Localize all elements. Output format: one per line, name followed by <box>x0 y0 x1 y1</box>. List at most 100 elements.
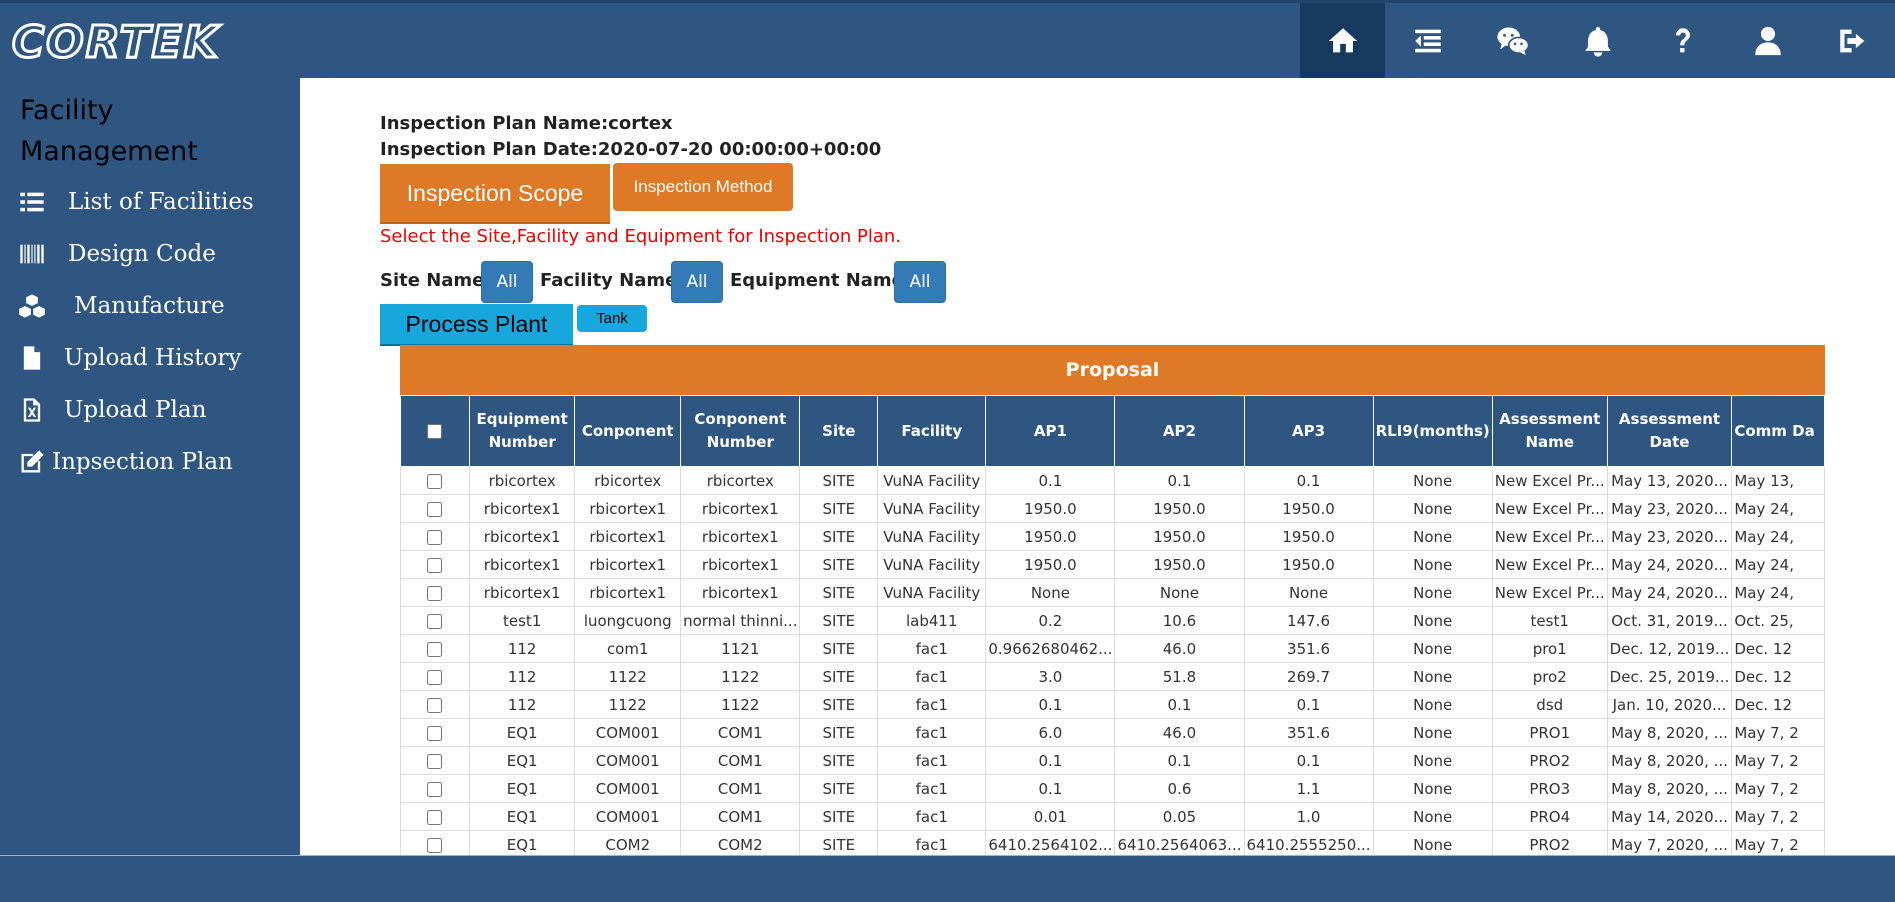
table-row[interactable]: 112 com1 1121 SITE fac1 0.9662680462... 46.0 35… <box>400 634 1825 663</box>
row-checkbox[interactable] <box>427 781 443 797</box>
table-cell: dsd <box>1491 690 1608 719</box>
table-cell: PRO1 <box>1491 718 1608 747</box>
row-checkbox[interactable] <box>427 501 443 517</box>
table-cell: COM2 <box>574 830 682 855</box>
excel-file-icon <box>23 398 41 422</box>
select-all-checkbox[interactable] <box>427 424 443 439</box>
cortek-logo[interactable]: CORTEK <box>11 19 220 66</box>
sidebar-item-design-code[interactable]: Design Code <box>18 234 216 274</box>
logout-icon[interactable] <box>1810 3 1895 78</box>
column-header[interactable]: AP1 <box>985 396 1116 467</box>
row-checkbox[interactable] <box>427 641 443 657</box>
row-select-cell <box>400 662 470 691</box>
table-cell: fac1 <box>877 690 987 719</box>
table-cell: rbicortex1 <box>574 578 682 607</box>
row-select-cell <box>400 634 470 663</box>
column-header[interactable]: Equipment Number <box>468 396 576 467</box>
column-header[interactable]: Assessment Date <box>1606 396 1733 467</box>
table-row[interactable]: test1 luongcuong normal thinni... SITE lab41… <box>400 606 1825 635</box>
row-checkbox[interactable] <box>427 753 443 769</box>
user-icon[interactable] <box>1725 3 1810 78</box>
sidebar-item-list-of-facilities[interactable]: List of Facilities <box>18 182 254 222</box>
row-select-cell <box>400 606 470 635</box>
table-cell: test1 <box>468 606 576 635</box>
select-all-header <box>400 396 470 467</box>
table-cell: PRO2 <box>1491 746 1608 775</box>
column-header[interactable]: AP3 <box>1243 396 1374 467</box>
sidebar-item-upload-history[interactable]: Upload History <box>18 338 241 378</box>
table-row[interactable]: EQ1 COM2 COM2 SITE fac1 6410.2564102... 6410.2… <box>400 830 1825 855</box>
table-cell: 0.1 <box>1114 690 1245 719</box>
table-viewport[interactable]: Proposal Equipment Number Conponent Conp… <box>300 78 1825 855</box>
table-cell: COM2 <box>680 830 801 855</box>
list-icon <box>20 192 44 212</box>
sidebar-item-upload-plan[interactable]: Upload Plan <box>18 390 206 430</box>
table-row[interactable]: rbicortex rbicortex rbicortex SITE VuNA Faci… <box>400 466 1825 495</box>
table-row[interactable]: rbicortex1 rbicortex1 rbicortex1 SITE VuNA F… <box>400 550 1825 579</box>
table-cell: May 14, 2020... <box>1606 802 1733 831</box>
sidebar-title: Facility Management <box>20 95 198 167</box>
row-checkbox[interactable] <box>427 613 443 629</box>
row-checkbox[interactable] <box>427 837 443 853</box>
column-header[interactable]: Site <box>799 396 879 467</box>
table-cell: PRO3 <box>1491 774 1608 803</box>
row-select-cell <box>400 718 470 747</box>
sidebar-item-inspection-plan[interactable]: Inpsection Plan <box>18 442 233 482</box>
row-checkbox[interactable] <box>427 697 443 713</box>
table-cell: New Excel Pr... <box>1491 578 1608 607</box>
sidebar-item-manufacture[interactable]: Manufacture <box>18 286 225 326</box>
table-cell: VuNA Facility <box>877 550 987 579</box>
table-cell: None <box>1372 802 1493 831</box>
row-checkbox[interactable] <box>427 557 443 573</box>
row-checkbox[interactable] <box>427 669 443 685</box>
table-cell: 112 <box>468 662 576 691</box>
row-select-cell <box>400 522 470 551</box>
table-row[interactable]: rbicortex1 rbicortex1 rbicortex1 SITE VuNA F… <box>400 522 1825 551</box>
table-cell: 1121 <box>680 634 801 663</box>
table-row[interactable]: 112 1122 1122 SITE fac1 0.1 0.1 0.1 None dsd Jan. … <box>400 690 1825 719</box>
table-row[interactable]: EQ1 COM001 COM1 SITE fac1 0.1 0.1 0.1 None PRO2 Ma… <box>400 746 1825 775</box>
column-header[interactable]: Comm Da <box>1731 396 1825 467</box>
table-row[interactable]: 112 1122 1122 SITE fac1 3.0 51.8 269.7 None pro2 D… <box>400 662 1825 691</box>
row-checkbox[interactable] <box>427 529 443 545</box>
table-cell: 0.01 <box>985 802 1116 831</box>
proposal-banner: Proposal <box>400 345 1825 395</box>
table-cell: 1122 <box>574 690 682 719</box>
sidebar-item-label: Upload Plan <box>64 397 207 423</box>
table-cell: 1950.0 <box>1243 522 1374 551</box>
wechat-icon[interactable] <box>1470 3 1555 78</box>
row-checkbox[interactable] <box>427 585 443 601</box>
table-cell: COM001 <box>574 774 682 803</box>
column-header[interactable]: RLI9(months) <box>1372 396 1493 467</box>
table-cell: May 8, 2020, ... <box>1606 774 1733 803</box>
table-cell: SITE <box>799 690 879 719</box>
table-cell: SITE <box>799 662 879 691</box>
table-row[interactable]: EQ1 COM001 COM1 SITE fac1 0.1 0.6 1.1 None PRO3 Ma… <box>400 774 1825 803</box>
bell-icon[interactable] <box>1555 3 1640 78</box>
table-cell: May 23, 2020... <box>1606 494 1733 523</box>
column-header[interactable]: AP2 <box>1114 396 1245 467</box>
table-cell: COM001 <box>574 718 682 747</box>
table-cell: luongcuong <box>574 606 682 635</box>
row-checkbox[interactable] <box>427 809 443 825</box>
table-row[interactable]: rbicortex1 rbicortex1 rbicortex1 SITE VuNA F… <box>400 494 1825 523</box>
column-header[interactable]: Conponent Number <box>680 396 801 467</box>
table-cell: 1.1 <box>1243 774 1374 803</box>
question-icon[interactable] <box>1640 3 1725 78</box>
home-icon[interactable] <box>1300 3 1385 78</box>
column-header[interactable]: Facility <box>877 396 987 467</box>
table-cell: 51.8 <box>1114 662 1245 691</box>
table-row[interactable]: EQ1 COM001 COM1 SITE fac1 6.0 46.0 351.6 None PRO… <box>400 718 1825 747</box>
table-cell: May 7, 2 <box>1731 774 1825 803</box>
menu-collapse-icon[interactable] <box>1385 3 1470 78</box>
table-cell: 10.6 <box>1114 606 1245 635</box>
table-cell: fac1 <box>877 802 987 831</box>
column-header[interactable]: Conponent <box>574 396 682 467</box>
table-cell: May 8, 2020, ... <box>1606 718 1733 747</box>
row-checkbox[interactable] <box>427 725 443 741</box>
row-checkbox[interactable] <box>427 473 443 489</box>
table-row[interactable]: EQ1 COM001 COM1 SITE fac1 0.01 0.05 1.0 None PRO4… <box>400 802 1825 831</box>
column-header[interactable]: Assessment Name <box>1491 396 1608 467</box>
table-row[interactable]: rbicortex1 rbicortex1 rbicortex1 SITE VuNA F… <box>400 578 1825 607</box>
table-cell: 1950.0 <box>985 522 1116 551</box>
